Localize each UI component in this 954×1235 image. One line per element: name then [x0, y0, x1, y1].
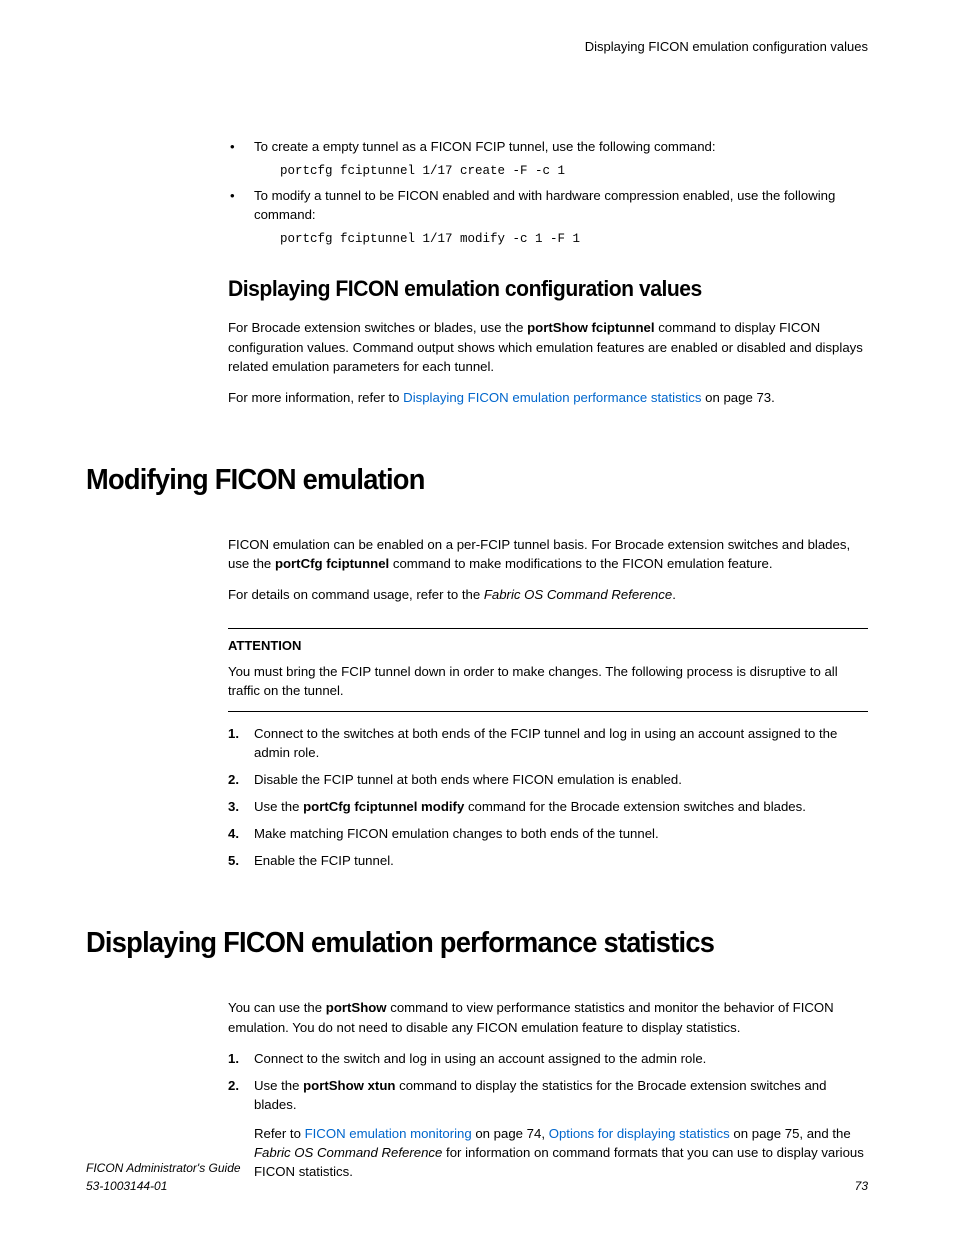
- step-item: Connect to the switches at both ends of …: [228, 724, 868, 762]
- subheading-displaying-config: Displaying FICON emulation configuration…: [228, 273, 842, 305]
- intro-bullet-list: To create a empty tunnel as a FICON FCIP…: [228, 137, 868, 249]
- step-text: Enable the FCIP tunnel.: [254, 853, 394, 868]
- xref-link[interactable]: Options for displaying statistics: [549, 1126, 730, 1141]
- step-item: Make matching FICON emulation changes to…: [228, 824, 868, 843]
- running-header: Displaying FICON emulation configuration…: [86, 38, 868, 57]
- text-run: command to make modifications to the FIC…: [389, 556, 772, 571]
- step-item: Disable the FCIP tunnel at both ends whe…: [228, 770, 868, 789]
- body-paragraph: You can use the portShow command to view…: [228, 998, 868, 1036]
- heading-modifying-ficon: Modifying FICON emulation: [86, 459, 821, 501]
- steps-list: Connect to the switches at both ends of …: [228, 724, 868, 871]
- xref-link[interactable]: FICON emulation monitoring: [305, 1126, 472, 1141]
- doc-title: FICON Administrator's Guide: [86, 1160, 241, 1177]
- code-block: portcfg fciptunnel 1/17 modify -c 1 -F 1: [280, 230, 868, 248]
- body-paragraph: For details on command usage, refer to t…: [228, 585, 868, 604]
- bullet-text: To create a empty tunnel as a FICON FCIP…: [254, 139, 716, 154]
- italic-reference: Fabric OS Command Reference: [484, 587, 672, 602]
- bullet-item: To create a empty tunnel as a FICON FCIP…: [228, 137, 868, 180]
- bullet-text: To modify a tunnel to be FICON enabled a…: [254, 188, 835, 222]
- attention-label: ATTENTION: [228, 637, 868, 656]
- body-paragraph: FICON emulation can be enabled on a per-…: [228, 535, 868, 573]
- text-run: on page 73.: [701, 390, 774, 405]
- italic-reference: Fabric OS Command Reference: [254, 1145, 442, 1160]
- bold-command: portShow xtun: [303, 1078, 395, 1093]
- step-text: Make matching FICON emulation changes to…: [254, 826, 659, 841]
- text-run: Use the: [254, 1078, 303, 1093]
- body-paragraph: For more information, refer to Displayin…: [228, 388, 868, 407]
- text-run: on page 75, and the: [730, 1126, 851, 1141]
- text-run: command for the Brocade extension switch…: [464, 799, 806, 814]
- text-run: .: [672, 587, 676, 602]
- text-run: Refer to: [254, 1126, 305, 1141]
- text-run: For details on command usage, refer to t…: [228, 587, 484, 602]
- attention-callout: ATTENTION You must bring the FCIP tunnel…: [228, 628, 868, 711]
- step-item: Use the portCfg fciptunnel modify comman…: [228, 797, 868, 816]
- step-text: Connect to the switches at both ends of …: [254, 726, 837, 760]
- body-paragraph: For Brocade extension switches or blades…: [228, 318, 868, 375]
- bold-command: portShow fciptunnel: [527, 320, 654, 335]
- step-item: Connect to the switch and log in using a…: [228, 1049, 868, 1068]
- xref-link[interactable]: Displaying FICON emulation performance s…: [403, 390, 701, 405]
- bold-command: portCfg fciptunnel: [275, 556, 389, 571]
- bold-command: portCfg fciptunnel modify: [303, 799, 464, 814]
- heading-displaying-stats: Displaying FICON emulation performance s…: [86, 922, 821, 964]
- text-run: You can use the: [228, 1000, 326, 1015]
- text-run: For Brocade extension switches or blades…: [228, 320, 527, 335]
- text-run: on page 74,: [472, 1126, 549, 1141]
- doc-number: 53-1003144-01: [86, 1178, 241, 1195]
- code-block: portcfg fciptunnel 1/17 create -F -c 1: [280, 162, 868, 180]
- step-text: Connect to the switch and log in using a…: [254, 1051, 706, 1066]
- text-run: Use the: [254, 799, 303, 814]
- step-item: Enable the FCIP tunnel.: [228, 851, 868, 870]
- footer-left: FICON Administrator's Guide 53-1003144-0…: [86, 1160, 241, 1195]
- step-text: Disable the FCIP tunnel at both ends whe…: [254, 772, 682, 787]
- bullet-item: To modify a tunnel to be FICON enabled a…: [228, 186, 868, 248]
- bold-command: portShow: [326, 1000, 387, 1015]
- attention-body: You must bring the FCIP tunnel down in o…: [228, 662, 868, 700]
- text-run: For more information, refer to: [228, 390, 403, 405]
- page-number: 73: [855, 1178, 868, 1195]
- page-footer: FICON Administrator's Guide 53-1003144-0…: [86, 1160, 868, 1195]
